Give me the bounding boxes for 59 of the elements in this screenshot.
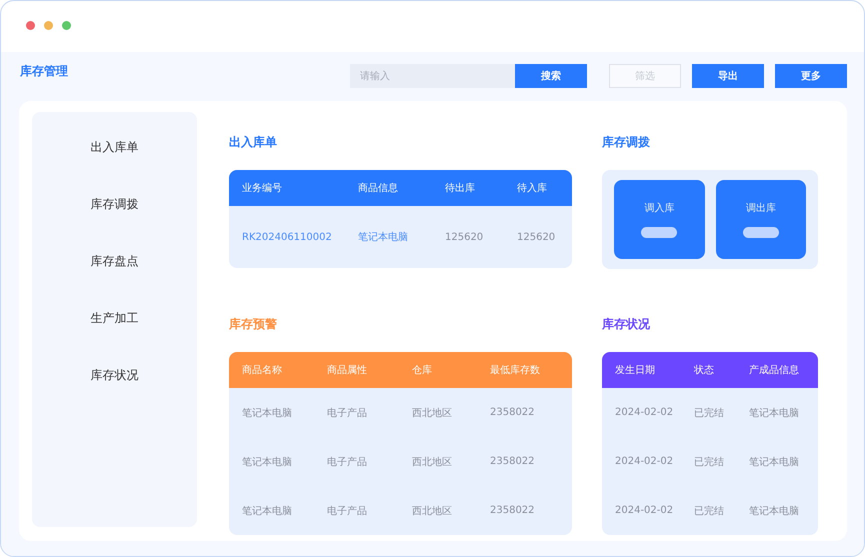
sidebar-item[interactable]: 出入库单 (90, 137, 138, 157)
table-cell-text: 西北地区 (412, 504, 453, 518)
table-cell-text: 笔记本电脑 (242, 456, 293, 468)
transfer-card[interactable]: 调入库 (614, 180, 704, 259)
table-cell-text: 2358022 (490, 456, 536, 467)
table-cell-text: 笔记本电脑 (242, 504, 293, 518)
column-header: 仓库 (412, 364, 433, 377)
column-header: 商品信息 (358, 182, 399, 195)
table-cell-text: 西北地区 (412, 456, 453, 468)
table-cell-text: 已完结 (694, 456, 725, 468)
table-cell-text: 2024-02-02 (615, 407, 674, 418)
table-cell-text: 已完结 (694, 406, 725, 420)
card-label: 调出库 (746, 202, 776, 215)
pill-bar (641, 227, 678, 238)
column-header: 产成品信息 (749, 364, 800, 377)
search-field[interactable]: 请输入 (350, 64, 515, 88)
toolbar-button[interactable]: 搜索 (515, 64, 587, 88)
table-cell-text: 电子产品 (327, 406, 368, 420)
pill-bar (742, 227, 779, 238)
table-cell-text: 笔记本电脑 (749, 504, 800, 518)
transfer-card[interactable]: 调出库 (716, 180, 806, 259)
column-header: 最低库存数 (490, 364, 541, 377)
sidebar-item[interactable]: 库存盘点 (90, 251, 138, 271)
table-cell-text: 电子产品 (327, 456, 368, 468)
section-title: 库存调拨 (602, 134, 651, 151)
table-cell-text: 笔记本电脑 (749, 456, 800, 468)
table-cell-text: 2358022 (490, 407, 536, 418)
table-cell-text: 2024-02-02 (615, 505, 674, 516)
table-link[interactable]: 笔记本电脑 (358, 230, 445, 244)
sidebar-item[interactable]: 库存调拨 (90, 194, 138, 214)
sidebar-item[interactable]: 库存状况 (90, 365, 138, 385)
column-header: 业务编号 (242, 182, 283, 195)
table-cell-text: 125620 (445, 232, 484, 242)
column-header: 发生日期 (615, 364, 656, 377)
toolbar-button[interactable]: 导出 (692, 64, 764, 88)
table-cell-text: 电子产品 (327, 504, 368, 518)
section-title: 库存状况 (602, 316, 651, 333)
app-title: 库存管理 (20, 63, 68, 80)
table-cell-text: 2024-02-02 (615, 456, 674, 467)
minimize-dot[interactable] (44, 21, 53, 30)
close-dot[interactable] (26, 21, 35, 30)
section-title: 库存预警 (229, 316, 278, 333)
table-cell-text: 已完结 (694, 504, 725, 518)
toolbar-button[interactable]: 更多 (775, 64, 847, 88)
table-link[interactable]: RK202406110002 (242, 232, 358, 242)
column-header: 待出库 (445, 182, 476, 195)
table-cell-text: 西北地区 (412, 406, 453, 420)
section-title: 出入库单 (229, 134, 278, 151)
table-cell-text: 笔记本电脑 (749, 406, 800, 420)
table-cell-text: 125620 (517, 232, 556, 242)
column-header: 商品名称 (242, 364, 283, 377)
column-header: 待入库 (517, 182, 548, 195)
column-header: 状态 (694, 364, 715, 377)
maximize-dot[interactable] (62, 21, 71, 30)
card-label: 调入库 (644, 202, 674, 215)
sidebar-item[interactable]: 生产加工 (90, 308, 138, 328)
table-cell-text: 笔记本电脑 (242, 406, 293, 420)
table-cell-text: 2358022 (490, 505, 536, 516)
column-header: 商品属性 (327, 364, 368, 377)
